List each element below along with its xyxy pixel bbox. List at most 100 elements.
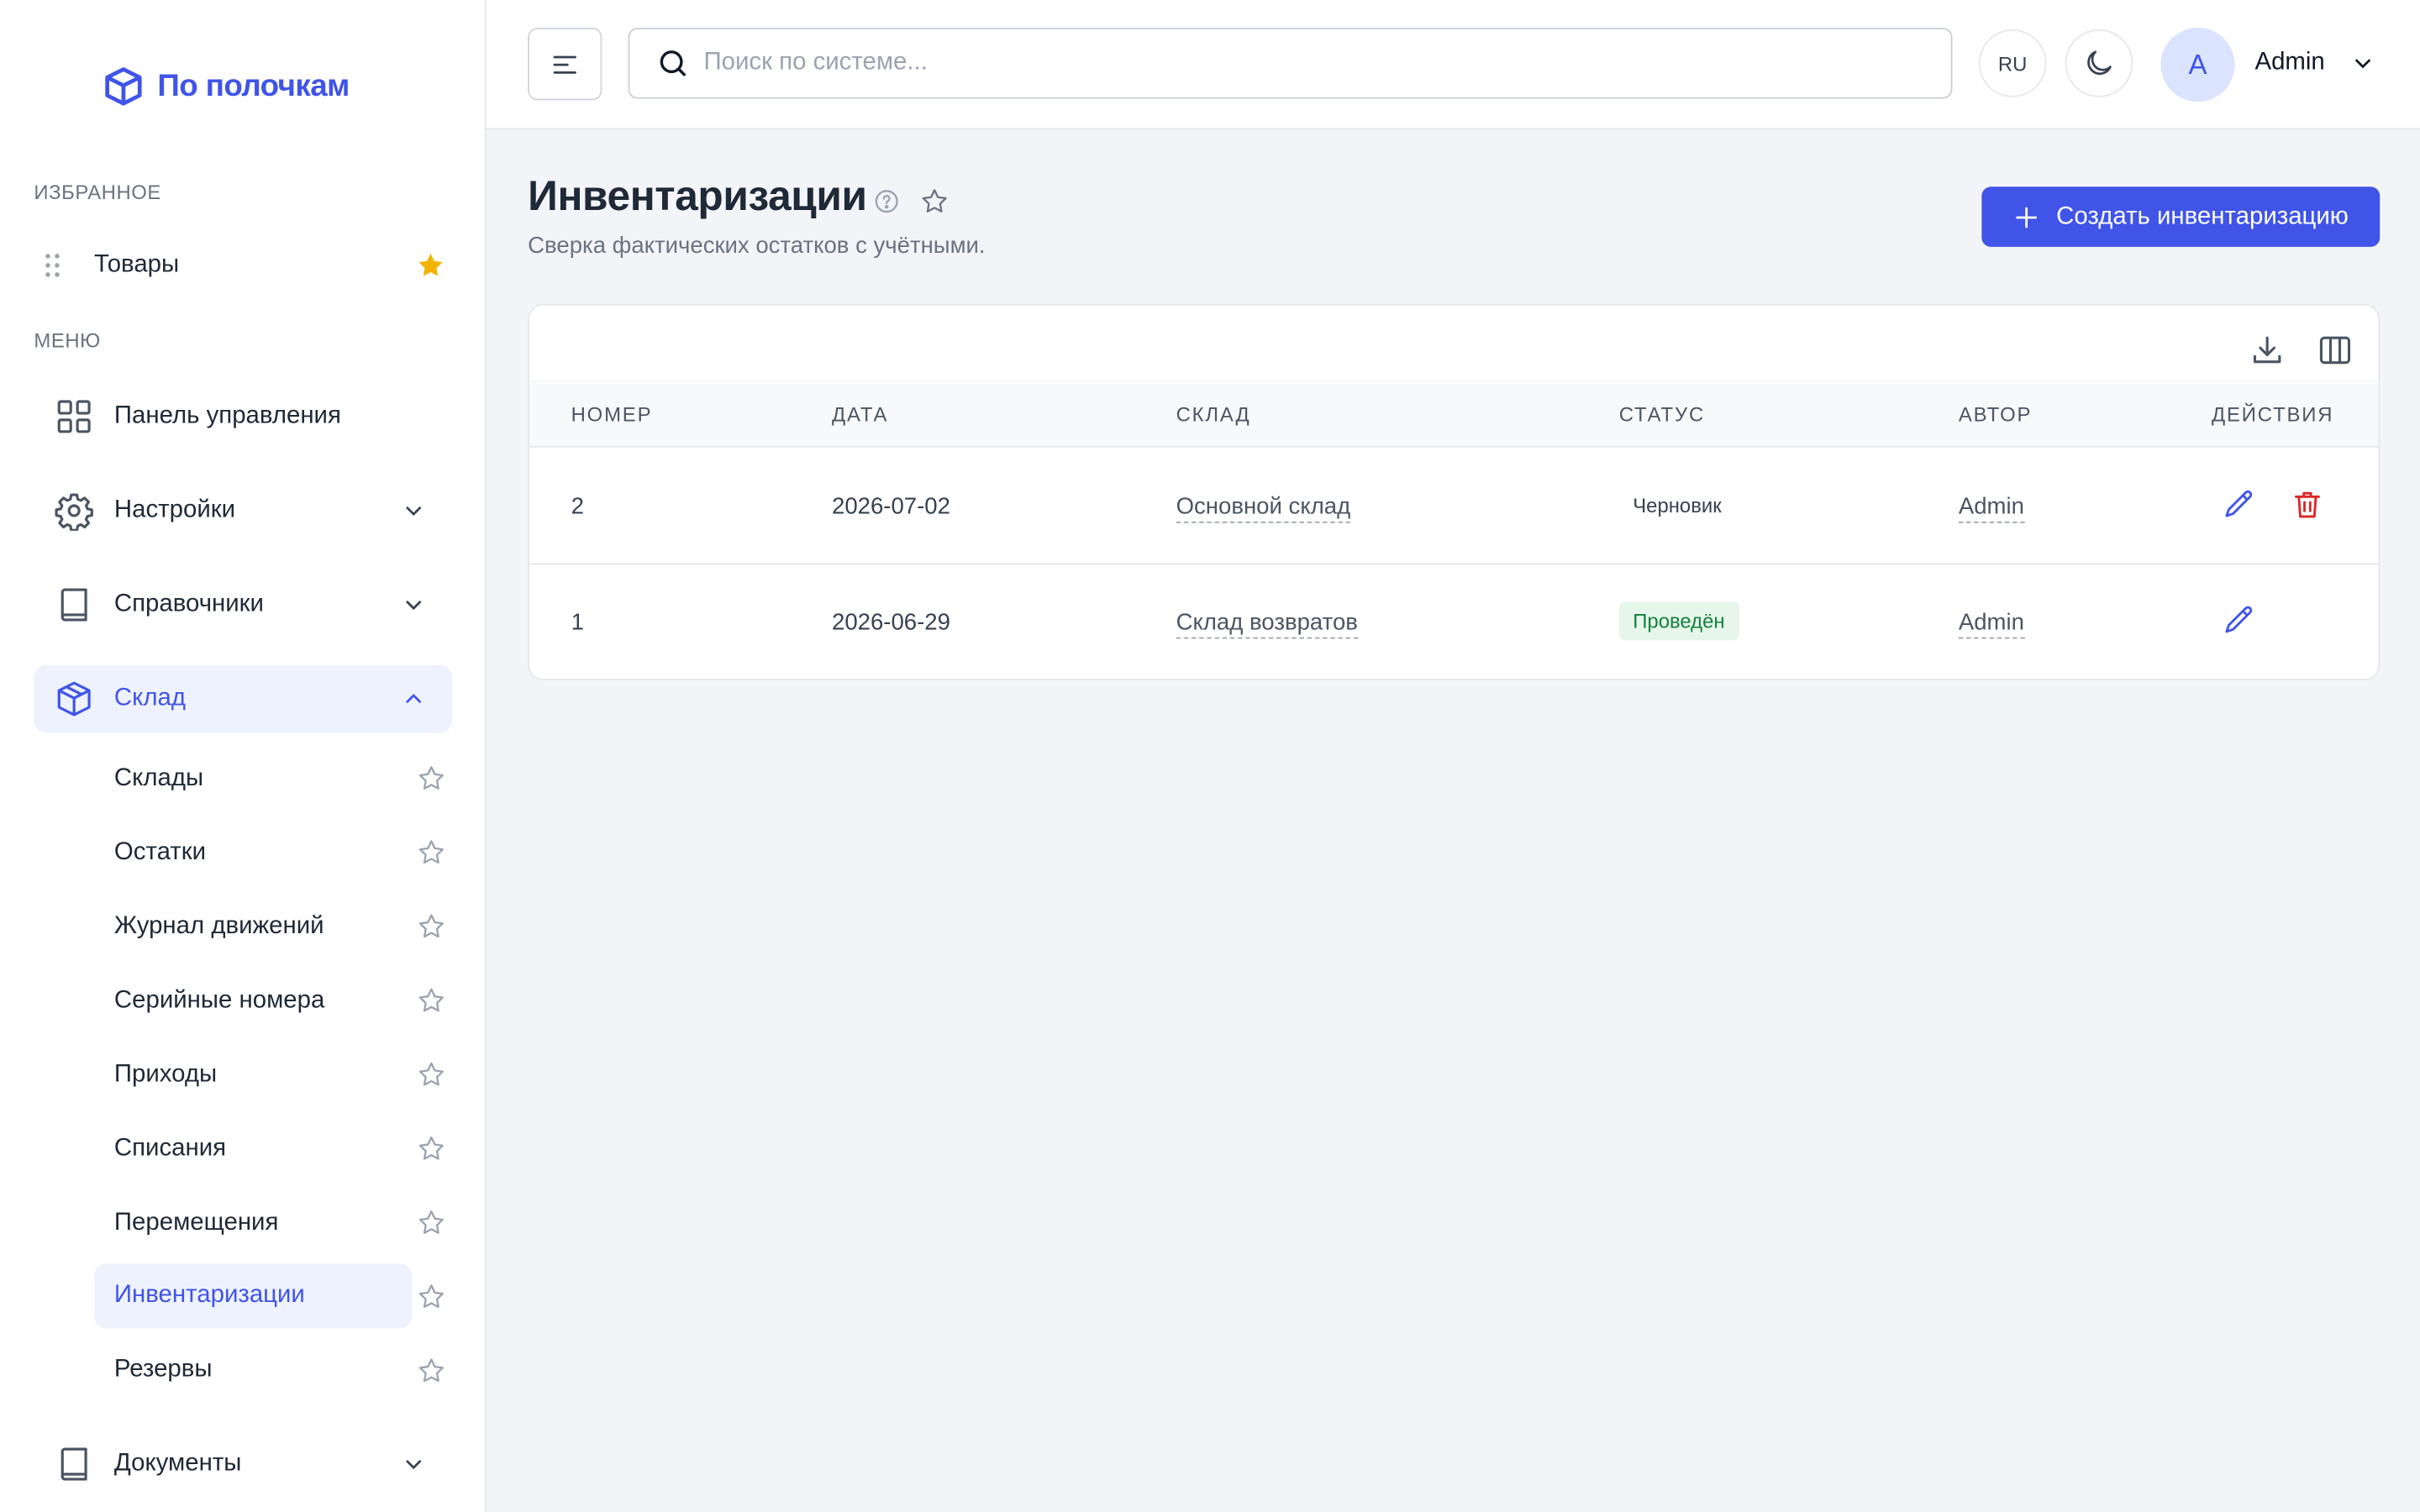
sidebar-subitem-serial-numbers[interactable]: Серийные номера	[94, 969, 412, 1033]
sidebar-subitem-label: Склады	[113, 765, 204, 792]
sidebar-subitem-label: Серийные номера	[113, 987, 325, 1014]
sidebar-item-settings[interactable]: Настройки	[34, 477, 452, 545]
column-header-actions: ДЕЙСТВИЯ	[2212, 402, 2334, 426]
column-header-author[interactable]: АВТОР	[1959, 402, 2032, 426]
column-header-number[interactable]: НОМЕР	[571, 402, 653, 426]
sidebar-subitem-label: Инвентаризации	[113, 1282, 305, 1309]
sidebar-subitem-label: Списания	[113, 1135, 227, 1163]
cell-date: 2026-07-02	[832, 493, 950, 520]
sidebar-item-label: Склад	[113, 685, 186, 711]
search-box[interactable]	[628, 28, 1953, 99]
star-icon[interactable]	[417, 764, 446, 793]
page-title: Инвентаризации	[528, 172, 867, 219]
search-input[interactable]	[703, 49, 1908, 77]
columns-icon[interactable]	[2317, 332, 2354, 369]
sidebar-subitem-receipts[interactable]: Приходы	[94, 1043, 412, 1108]
cell-number: 1	[571, 609, 584, 636]
sidebar-subitem-label: Приходы	[113, 1061, 218, 1088]
table-row: 2 2026-07-02 Основной склад Черновик Adm…	[529, 449, 2379, 565]
sidebar-item-documents[interactable]: Документы	[34, 1431, 452, 1499]
star-icon[interactable]	[417, 1060, 446, 1089]
status-badge: Черновик	[1633, 493, 1722, 517]
sidebar-item-label: Настройки	[113, 496, 236, 523]
download-icon[interactable]	[2249, 332, 2286, 369]
sidebar-subitem-movements-log[interactable]: Журнал движений	[94, 895, 412, 959]
cell-warehouse-link[interactable]: Склад возвратов	[1176, 610, 1358, 639]
language-switch-button[interactable]: RU	[1978, 29, 2047, 97]
column-header-status[interactable]: СТАТУС	[1619, 402, 1705, 426]
search-icon	[660, 50, 686, 76]
sidebar-subitem-label: Журнал движений	[113, 913, 324, 940]
cell-date: 2026-06-29	[832, 609, 950, 636]
sidebar-subitem-label: Остатки	[113, 839, 207, 866]
pencil-icon[interactable]	[2223, 487, 2256, 521]
sidebar-subitem-reserves[interactable]: Резервы	[94, 1337, 412, 1402]
star-icon[interactable]	[417, 986, 446, 1016]
sidebar-subitem-inventories[interactable]: Инвентаризации	[94, 1263, 413, 1329]
sidebar-item-label: Документы	[113, 1450, 242, 1477]
star-icon[interactable]	[417, 1134, 446, 1163]
column-header-warehouse[interactable]: СКЛАД	[1176, 402, 1251, 426]
cell-warehouse-link[interactable]: Основной склад	[1176, 494, 1351, 523]
sidebar-item-label: Справочники	[113, 591, 264, 617]
star-icon[interactable]	[417, 1282, 446, 1311]
drag-handle-icon[interactable]	[34, 247, 71, 284]
sidebar: По полочкам ИЗБРАННОЕ Товары МЕНЮ Панель…	[0, 0, 487, 1512]
user-name[interactable]: Admin	[2254, 50, 2324, 77]
sidebar-item-directories[interactable]: Справочники	[34, 571, 452, 639]
star-icon[interactable]	[417, 837, 446, 867]
menu-section-label: МЕНЮ	[34, 328, 101, 352]
moon-icon	[2087, 50, 2112, 75]
user-avatar[interactable]: A	[2160, 28, 2235, 102]
cell-author-link[interactable]: Admin	[1958, 610, 2024, 639]
status-badge: Проведён	[1618, 601, 1739, 641]
app-logo[interactable]: По полочкам	[102, 65, 350, 108]
sidebar-toggle-button[interactable]	[528, 28, 602, 101]
star-icon[interactable]	[417, 1208, 446, 1237]
favorite-item-products[interactable]: Товары	[34, 234, 452, 296]
chevron-down-icon	[406, 600, 422, 611]
star-filled-icon[interactable]	[415, 250, 446, 281]
sidebar-subitem-warehouses[interactable]: Склады	[94, 747, 412, 811]
sidebar-subitem-stock[interactable]: Остатки	[94, 821, 412, 885]
pencil-icon[interactable]	[2223, 603, 2256, 637]
page-subtitle: Сверка фактических остатков с учётными.	[528, 233, 986, 260]
theme-toggle-button[interactable]	[2065, 29, 2133, 97]
sidebar-item-warehouse[interactable]: Склад	[34, 664, 453, 733]
table-header: НОМЕР ДАТА СКЛАД СТАТУС АВТОР ДЕЙСТВИЯ	[529, 379, 2379, 448]
chevron-down-icon	[406, 1459, 422, 1470]
chevron-up-icon	[406, 693, 422, 704]
box-logo-icon	[105, 67, 142, 106]
sidebar-subitem-label: Резервы	[113, 1356, 213, 1383]
sidebar-item-dashboard[interactable]: Панель управления	[34, 383, 452, 451]
table-row: 1 2026-06-29 Склад возвратов Проведён Ad…	[529, 564, 2379, 680]
menu-lines-icon	[553, 55, 576, 73]
app-logo-text: По полочкам	[157, 68, 350, 103]
plus-icon	[2016, 206, 2038, 228]
star-icon[interactable]	[417, 912, 446, 942]
help-icon[interactable]	[874, 188, 900, 214]
book-icon	[60, 588, 87, 622]
star-icon[interactable]	[920, 186, 950, 216]
sidebar-subitem-transfers[interactable]: Перемещения	[94, 1191, 412, 1256]
sidebar-item-label: Панель управления	[113, 402, 341, 429]
cell-number: 2	[571, 493, 584, 520]
create-inventory-button-label: Создать инвентаризацию	[2056, 202, 2349, 229]
favorites-section-label: ИЗБРАННОЕ	[34, 180, 161, 204]
favorite-item-label: Товары	[94, 251, 180, 278]
star-icon[interactable]	[417, 1356, 446, 1385]
inventories-table: НОМЕР ДАТА СКЛАД СТАТУС АВТОР ДЕЙСТВИЯ 2…	[528, 303, 2381, 681]
column-header-date[interactable]: ДАТА	[832, 402, 888, 426]
chevron-down-icon	[406, 506, 422, 517]
box-icon	[57, 681, 91, 717]
sidebar-subitem-label: Перемещения	[113, 1210, 279, 1236]
chevron-down-icon[interactable]	[2349, 50, 2377, 77]
grid-icon	[57, 400, 91, 433]
sidebar-subitem-write-offs[interactable]: Списания	[94, 1117, 412, 1182]
top-bar: RU A Admin	[486, 0, 2420, 130]
trash-icon[interactable]	[2291, 487, 2324, 521]
book-icon	[60, 1447, 87, 1481]
gear-icon	[55, 493, 93, 531]
cell-author-link[interactable]: Admin	[1958, 494, 2024, 523]
create-inventory-button[interactable]: Создать инвентаризацию	[1981, 186, 2381, 247]
